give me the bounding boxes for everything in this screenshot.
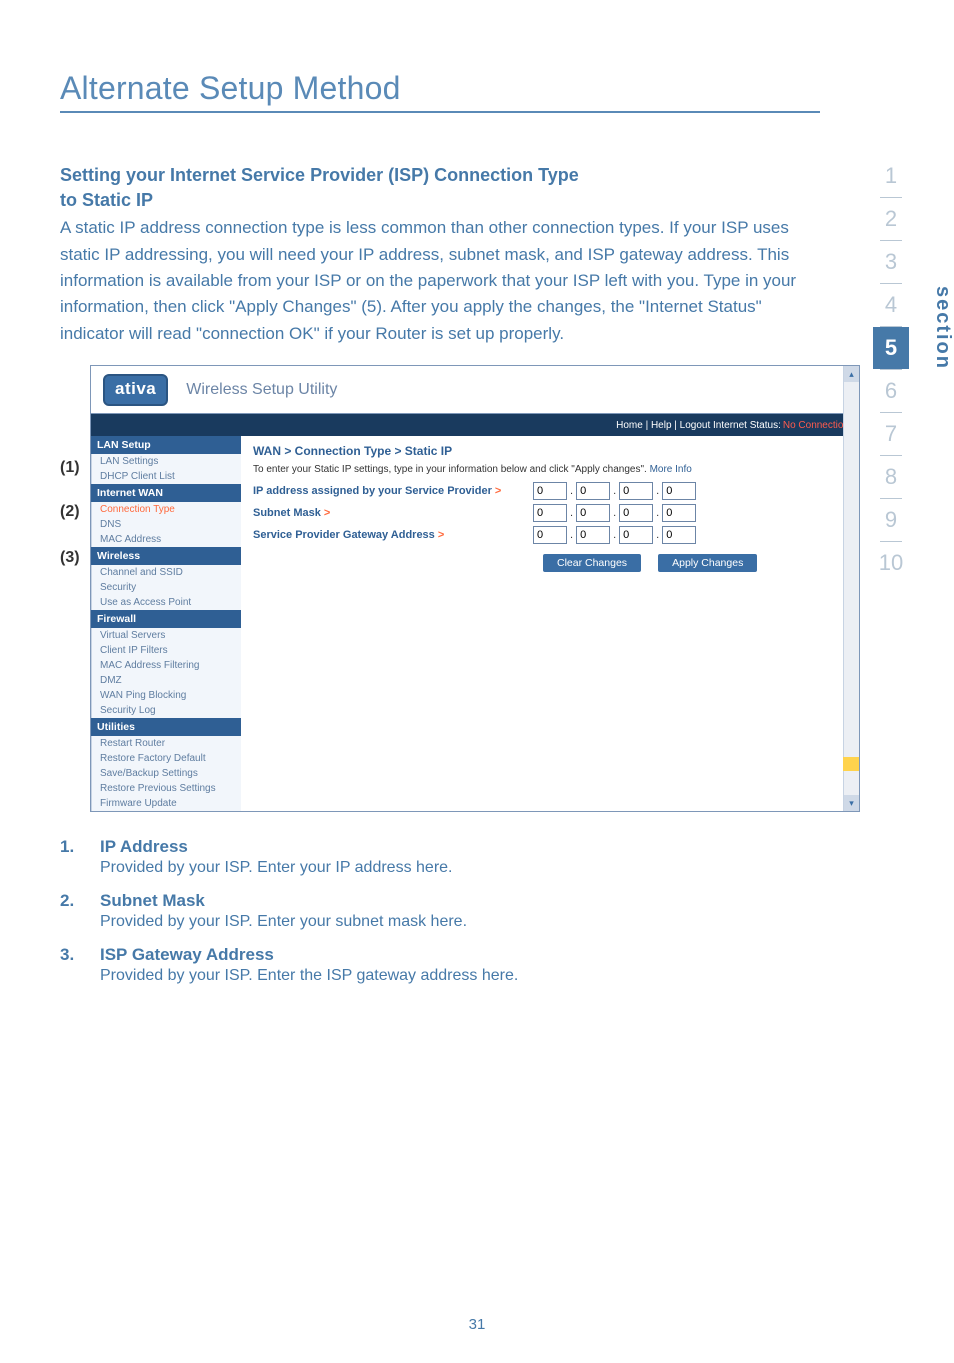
sidebar-item-save-backup[interactable]: Save/Backup Settings (91, 766, 241, 781)
router-sidebar: LAN Setup LAN Settings DHCP Client List … (91, 436, 241, 811)
ip-octet-3[interactable] (619, 482, 653, 500)
arrow-icon: > (438, 529, 444, 541)
mask-octet-4[interactable] (662, 504, 696, 522)
sidebar-item-channel-ssid[interactable]: Channel and SSID (91, 565, 241, 580)
list-text-gateway: Provided by your ISP. Enter the ISP gate… (100, 967, 518, 985)
gw-octet-1[interactable] (533, 526, 567, 544)
title-rule (60, 111, 820, 113)
brand-logo: ativa (103, 374, 168, 406)
clear-changes-button[interactable]: Clear Changes (543, 554, 641, 572)
list-number-2: 2. (60, 891, 100, 931)
intro-paragraph: A static IP address connection type is l… (60, 215, 800, 347)
sidebar-item-client-ip-filters[interactable]: Client IP Filters (91, 643, 241, 658)
sidebar-header-firewall[interactable]: Firewall (91, 610, 241, 628)
section-heading-line2: to Static IP (60, 188, 800, 213)
page-title: Alternate Setup Method (60, 70, 800, 107)
status-links[interactable]: Home | Help | Logout Internet Status: (616, 420, 781, 431)
breadcrumb: WAN > Connection Type > Static IP (253, 444, 847, 458)
mask-octet-2[interactable] (576, 504, 610, 522)
section-tab-7[interactable]: 7 (873, 413, 909, 455)
list-heading-ip-address: IP Address (100, 837, 453, 857)
gw-octet-4[interactable] (662, 526, 696, 544)
sidebar-item-dmz[interactable]: DMZ (91, 673, 241, 688)
mask-octet-1[interactable] (533, 504, 567, 522)
sidebar-item-access-point[interactable]: Use as Access Point (91, 595, 241, 610)
scroll-down-icon[interactable]: ▾ (844, 795, 859, 811)
ip-octet-1[interactable] (533, 482, 567, 500)
sidebar-item-restart-router[interactable]: Restart Router (91, 736, 241, 751)
apply-changes-button[interactable]: Apply Changes (658, 554, 757, 572)
sidebar-item-dhcp-list[interactable]: DHCP Client List (91, 469, 241, 484)
mask-octet-3[interactable] (619, 504, 653, 522)
numbered-list: 1. IP Address Provided by your ISP. Ente… (60, 837, 800, 985)
sidebar-header-internet-wan[interactable]: Internet WAN (91, 484, 241, 502)
section-heading-line1: Setting your Internet Service Provider (… (60, 163, 800, 188)
sidebar-item-dns[interactable]: DNS (91, 517, 241, 532)
scroll-up-icon[interactable]: ▴ (844, 366, 859, 382)
section-tab-5[interactable]: 5 (873, 327, 909, 369)
sidebar-item-wan-ping[interactable]: WAN Ping Blocking (91, 688, 241, 703)
list-text-ip-address: Provided by your ISP. Enter your IP addr… (100, 859, 453, 877)
list-number-1: 1. (60, 837, 100, 877)
brand-title: Wireless Setup Utility (186, 381, 337, 399)
router-ui-screenshot: ▴ ▾ ativa Wireless Setup Utility Home | … (90, 365, 860, 812)
list-number-3: 3. (60, 945, 100, 985)
gateway-label: Service Provider Gateway Address (253, 529, 435, 541)
arrow-icon: > (324, 507, 330, 519)
sidebar-item-mac-address[interactable]: MAC Address (91, 532, 241, 547)
callout-1: (1) (60, 459, 80, 477)
sidebar-item-virtual-servers[interactable]: Virtual Servers (91, 628, 241, 643)
section-tab-10[interactable]: 10 (873, 542, 909, 584)
section-nav: 1 2 3 4 5 6 7 8 9 10 (873, 155, 909, 584)
callout-3: (3) (60, 549, 80, 567)
row-subnet-mask: Subnet Mask > . . . (253, 504, 847, 522)
section-tab-8[interactable]: 8 (873, 456, 909, 498)
section-tab-6[interactable]: 6 (873, 370, 909, 412)
ip-address-label: IP address assigned by your Service Prov… (253, 485, 492, 497)
row-gateway-address: Service Provider Gateway Address > . . . (253, 526, 847, 544)
hint-text: To enter your Static IP settings, type i… (253, 464, 847, 475)
sidebar-item-connection-type[interactable]: Connection Type (91, 502, 241, 517)
sidebar-item-restore-prev[interactable]: Restore Previous Settings (91, 781, 241, 796)
scrollbar[interactable]: ▴ ▾ (843, 366, 859, 811)
section-tab-9[interactable]: 9 (873, 499, 909, 541)
list-text-subnet-mask: Provided by your ISP. Enter your subnet … (100, 913, 467, 931)
list-heading-gateway: ISP Gateway Address (100, 945, 518, 965)
sidebar-item-security-log[interactable]: Security Log (91, 703, 241, 718)
sidebar-header-utilities[interactable]: Utilities (91, 718, 241, 736)
ip-octet-2[interactable] (576, 482, 610, 500)
sidebar-item-security[interactable]: Security (91, 580, 241, 595)
scroll-highlight (843, 757, 859, 771)
section-tab-4[interactable]: 4 (873, 284, 909, 326)
gw-octet-3[interactable] (619, 526, 653, 544)
arrow-icon: > (495, 485, 501, 497)
callout-2: (2) (60, 503, 80, 521)
section-tab-2[interactable]: 2 (873, 198, 909, 240)
sidebar-item-firmware[interactable]: Firmware Update (91, 796, 241, 811)
hint-body: To enter your Static IP settings, type i… (253, 464, 647, 475)
sidebar-item-mac-filtering[interactable]: MAC Address Filtering (91, 658, 241, 673)
page-number: 31 (0, 1316, 954, 1333)
gw-octet-2[interactable] (576, 526, 610, 544)
sidebar-header-wireless[interactable]: Wireless (91, 547, 241, 565)
section-tab-3[interactable]: 3 (873, 241, 909, 283)
section-tab-1[interactable]: 1 (873, 155, 909, 197)
internet-status-value: No Connection (783, 420, 849, 431)
sidebar-header-lan-setup[interactable]: LAN Setup (91, 436, 241, 454)
sidebar-item-restore-factory[interactable]: Restore Factory Default (91, 751, 241, 766)
list-heading-subnet-mask: Subnet Mask (100, 891, 467, 911)
router-main-panel: WAN > Connection Type > Static IP To ent… (241, 436, 859, 811)
status-bar: Home | Help | Logout Internet Status: No… (91, 414, 859, 436)
sidebar-item-lan-settings[interactable]: LAN Settings (91, 454, 241, 469)
section-side-label: section (931, 286, 954, 370)
ip-octet-4[interactable] (662, 482, 696, 500)
row-ip-address: IP address assigned by your Service Prov… (253, 482, 847, 500)
more-info-link[interactable]: More Info (650, 464, 692, 475)
subnet-mask-label: Subnet Mask (253, 507, 321, 519)
